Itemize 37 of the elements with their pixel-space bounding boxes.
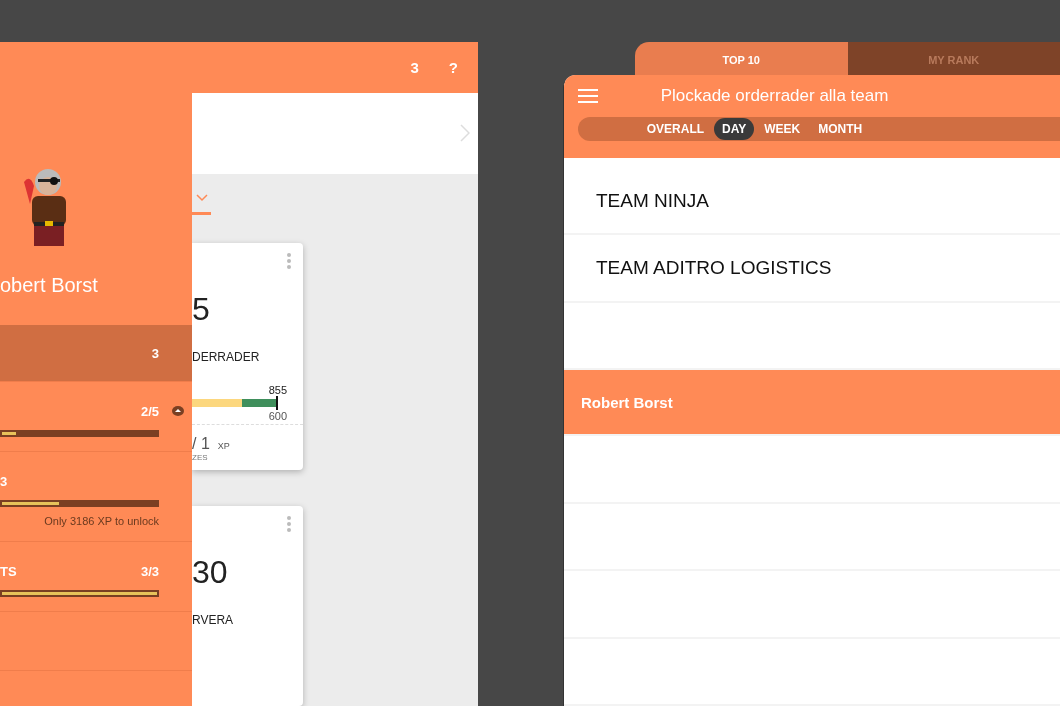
user-name: obert Borst bbox=[0, 274, 99, 297]
gauge-max: 855 bbox=[267, 384, 288, 396]
drawer-item[interactable]: 3 bbox=[0, 325, 192, 382]
leaderboard-title: Plockade orderrader alla team bbox=[659, 86, 890, 106]
drawer-item[interactable]: 2/5 bbox=[0, 382, 192, 452]
team-name: TEAM NINJA bbox=[596, 189, 709, 212]
more-icon[interactable] bbox=[287, 516, 291, 532]
period-option[interactable]: DAY bbox=[714, 118, 755, 140]
user-name: Robert Borst bbox=[581, 393, 673, 411]
chevron-down-icon bbox=[195, 194, 208, 202]
item-label: TS bbox=[0, 564, 17, 579]
menu-icon[interactable] bbox=[578, 88, 598, 104]
count-label: 3 bbox=[410, 58, 419, 76]
drawer-item[interactable]: TS 3/3 bbox=[0, 542, 192, 612]
stat-label: DERRADER bbox=[192, 350, 261, 364]
drawer-item[interactable]: 3 Only 3186 XP to unlock bbox=[0, 452, 192, 542]
help-button[interactable]: ? bbox=[448, 58, 458, 76]
item-value: 2/5 bbox=[140, 404, 159, 419]
period-option[interactable]: MONTH bbox=[810, 118, 871, 140]
stat-value: 30 bbox=[192, 554, 229, 591]
xp-value: / 1 bbox=[192, 435, 210, 453]
badge-icon bbox=[172, 406, 184, 416]
team-name: TEAM ADITRO LOGISTICS bbox=[596, 257, 832, 280]
leaderboard-tab[interactable]: MY RANK bbox=[847, 42, 1060, 75]
xp-unit: XP bbox=[217, 441, 230, 451]
leaderboard-tab[interactable]: TOP 10 bbox=[635, 42, 848, 75]
period-option[interactable]: OVERALL bbox=[638, 118, 713, 140]
stat-value: 5 bbox=[192, 291, 211, 328]
item-value: 3/3 bbox=[140, 564, 159, 579]
unlock-note: Only 3186 XP to unlock bbox=[43, 515, 159, 527]
more-icon[interactable] bbox=[287, 253, 291, 269]
chevron-right-icon[interactable] bbox=[460, 124, 470, 143]
period-option[interactable]: WEEK bbox=[756, 118, 809, 140]
item-label: 3 bbox=[0, 474, 8, 489]
xp-caption: ZES bbox=[192, 453, 209, 464]
stat-label: RVERA bbox=[192, 613, 235, 627]
item-value: 3 bbox=[151, 345, 159, 361]
